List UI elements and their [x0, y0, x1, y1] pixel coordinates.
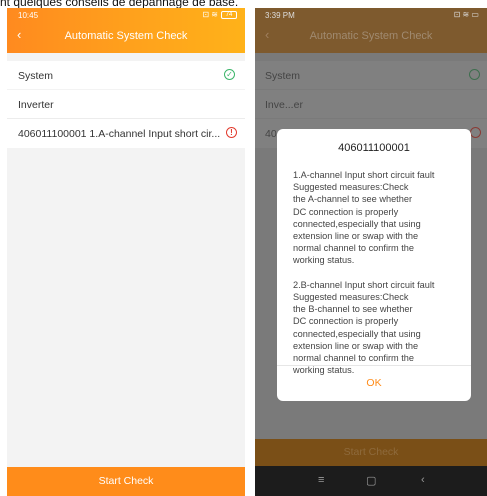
status-icons: ⊡ ≋ 74: [202, 10, 237, 19]
battery-icon: 74: [221, 10, 237, 19]
app-header: 10:45 ⊡ ≋ 74 ‹ Automatic System Check: [7, 8, 245, 53]
right-phone-screen: 3:39 PM ⊡ ≋ ▭ ‹ Automatic System Check S…: [255, 8, 487, 496]
check-row-inverter: Inverter: [7, 90, 245, 118]
row-label: 40: [265, 128, 277, 140]
warning-icon: !: [226, 127, 237, 138]
menu-icon[interactable]: ≡: [318, 474, 324, 486]
home-icon[interactable]: ▢: [366, 474, 376, 487]
check-row-inverter: Inve...er: [255, 90, 487, 118]
row-label: Inverter: [18, 99, 54, 111]
fault-row-label: 406011100001 1.A-channel Input short cir…: [18, 128, 221, 140]
status-time: 3:39 PM: [265, 11, 295, 20]
dialog-title: 406011100001: [338, 142, 410, 154]
check-row-system: System: [255, 61, 487, 89]
signal-wifi-icon: ⊡ ≋: [202, 10, 218, 19]
dialog-message: 1.A-channel Input short circuit fault Su…: [293, 170, 435, 376]
fault-row[interactable]: 406011100001 1.A-channel Input short cir…: [7, 119, 245, 148]
check-ok-icon: [469, 69, 480, 80]
ok-button[interactable]: OK: [277, 366, 471, 401]
left-phone-screen: 10:45 ⊡ ≋ 74 ‹ Automatic System Check Sy…: [7, 8, 245, 496]
screenshot-root: nt quelques conseils de dépannage de bas…: [0, 0, 487, 496]
start-check-button[interactable]: Start Check: [7, 467, 245, 496]
page-title: Automatic System Check: [64, 30, 188, 42]
status-time: 10:45: [18, 11, 39, 20]
check-ok-icon: ✓: [224, 69, 235, 80]
app-header-dimmed: 3:39 PM ⊡ ≋ ▭ ‹ Automatic System Check: [255, 8, 487, 53]
check-row-system: System ✓: [7, 61, 245, 89]
row-label: Inve...er: [265, 99, 303, 111]
warning-icon: [470, 127, 481, 138]
start-check-button-dimmed: Start Check: [255, 439, 487, 466]
row-label: System: [265, 70, 301, 82]
status-icons: ⊡ ≋ ▭: [453, 10, 479, 19]
nav-back-icon[interactable]: ‹: [421, 474, 425, 486]
page-title: Automatic System Check: [309, 30, 433, 42]
android-nav-bar: ≡ ▢ ‹: [255, 466, 487, 496]
fault-detail-dialog: 406011100001 1.A-channel Input short cir…: [277, 129, 471, 401]
row-label: System: [18, 70, 54, 82]
